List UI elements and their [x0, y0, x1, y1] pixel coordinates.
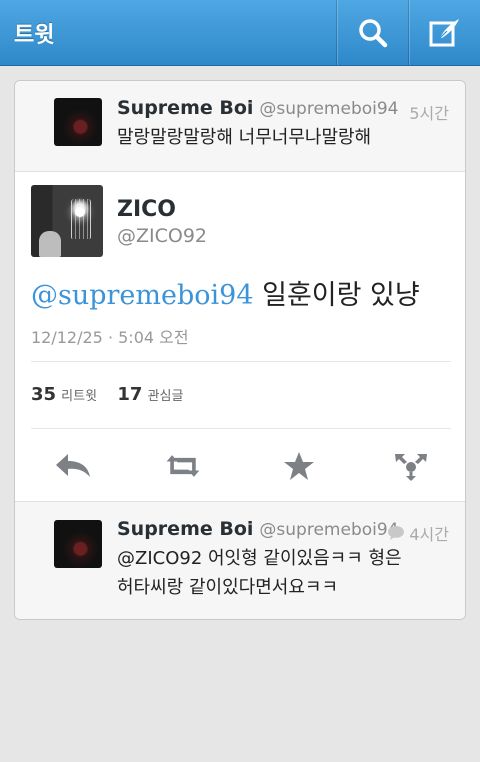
conversation-icon: [388, 526, 405, 540]
favorite-icon: [284, 452, 314, 480]
tweet-text-line-2: 허타씨랑 같이있다면서요ㅋㅋ: [117, 577, 339, 598]
user-name: Supreme Boi: [117, 518, 254, 540]
user-handle: @supremeboi94: [259, 99, 399, 119]
avatar[interactable]: [31, 185, 103, 257]
search-button[interactable]: [336, 0, 409, 65]
action-bar: [15, 433, 465, 499]
tweet-stats: 35 리트윗 17 관심글: [31, 384, 183, 405]
avatar[interactable]: [54, 98, 102, 146]
user-handle: @ZICO92: [117, 225, 208, 247]
user-name: Supreme Boi: [117, 97, 254, 119]
tweet-text: 말랑말랑말랑해 너무너무나말랑해: [117, 127, 372, 148]
reply-tweet-above[interactable]: Supreme Boi @supremeboi94 5시간 말랑말랑말랑해 너무너…: [15, 81, 465, 172]
page-title: 트윗: [14, 23, 55, 48]
tweet-time: 5시간: [409, 104, 449, 123]
reply-tweet-below[interactable]: Supreme Boi @supremeboi94 4시간 @ZICO92 어잇형…: [15, 501, 465, 619]
retweet-label: 리트윗: [61, 389, 98, 404]
tweet-time-wrap: 4시간: [387, 521, 449, 545]
tweet-card: Supreme Boi @supremeboi94 5시간 말랑말랑말랑해 너무너…: [14, 80, 466, 620]
retweet-icon: [166, 455, 200, 477]
more-icon: [395, 454, 427, 481]
tweet-body: 일훈이랑 있냥: [253, 280, 420, 311]
tweet-time: 4시간: [409, 525, 449, 544]
mention-link[interactable]: @supremeboi94: [31, 280, 254, 311]
divider: [31, 361, 451, 362]
favorite-count: 17: [117, 384, 143, 405]
retweet-count: 35: [31, 384, 57, 405]
tweet-text: @supremeboi94 일훈이랑 있냥: [31, 273, 420, 312]
more-button[interactable]: [391, 449, 431, 483]
tweet-text-line-1: @ZICO92 어잇형 같이있음ㅋㅋ 형은: [117, 548, 402, 569]
favorite-button[interactable]: [279, 449, 319, 483]
retweet-button[interactable]: [163, 449, 203, 483]
tweet-timestamp: 12/12/25 · 5:04 오전: [31, 328, 189, 347]
search-icon: [359, 18, 388, 47]
divider: [31, 428, 451, 429]
avatar[interactable]: [54, 520, 102, 568]
retweet-stat[interactable]: 35 리트윗: [31, 384, 98, 405]
favorite-label: 관심글: [147, 389, 184, 404]
compose-icon: [429, 18, 459, 46]
reply-button[interactable]: [53, 449, 93, 483]
top-bar: 트윗: [0, 0, 480, 66]
compose-button[interactable]: [408, 0, 480, 65]
user-handle: @supremeboi94: [259, 520, 399, 540]
reply-icon: [56, 454, 90, 477]
favorite-stat[interactable]: 17 관심글: [117, 384, 184, 405]
user-name[interactable]: ZICO: [117, 197, 176, 222]
